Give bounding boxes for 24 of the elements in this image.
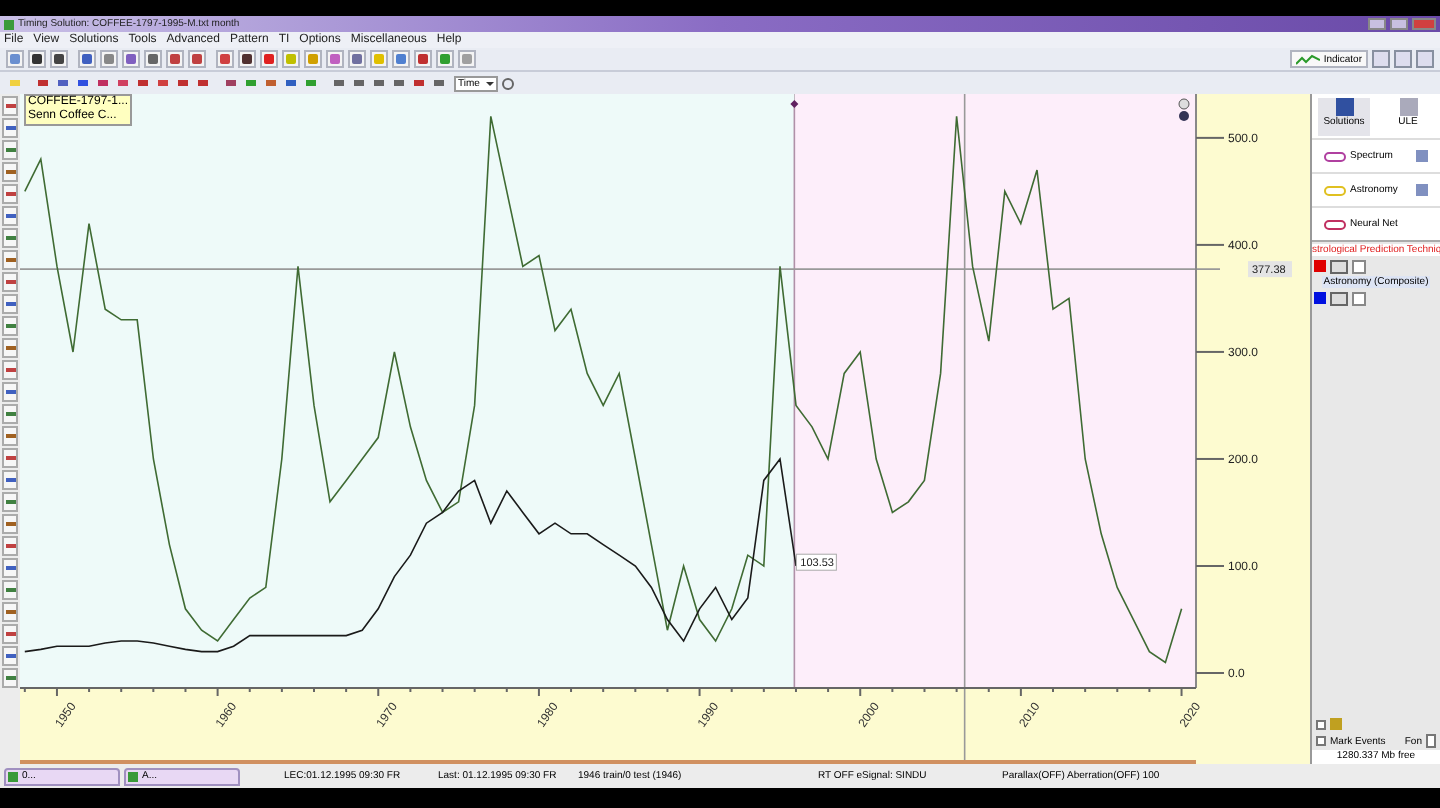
app-icon: [4, 19, 14, 29]
tool-icon[interactable]: [2, 646, 18, 666]
tool-icon[interactable]: [2, 294, 18, 314]
tool-icon[interactable]: [2, 470, 18, 490]
app-icon: [8, 771, 18, 781]
caret-icon: [486, 81, 494, 85]
color-swatch[interactable]: [1314, 260, 1326, 272]
app-icon: [128, 771, 138, 781]
tool-icon[interactable]: [2, 382, 18, 402]
checkbox[interactable]: [1316, 736, 1326, 746]
module-icon: [1324, 185, 1346, 195]
tool-icon[interactable]: [2, 206, 18, 226]
spin-button[interactable]: [1426, 734, 1436, 748]
tool-icon[interactable]: [502, 77, 514, 89]
chart-icon: [1295, 53, 1320, 65]
module-icon: [1324, 219, 1346, 229]
color-swatch[interactable]: [1314, 292, 1326, 304]
app-icon: [1399, 98, 1417, 116]
tool-icon[interactable]: [2, 118, 18, 138]
marker-icon[interactable]: [790, 100, 799, 108]
checkbox[interactable]: [1316, 719, 1326, 729]
tool-icon[interactable]: [2, 558, 18, 578]
app-icon: [1335, 98, 1353, 116]
module-icon: [1324, 151, 1346, 161]
